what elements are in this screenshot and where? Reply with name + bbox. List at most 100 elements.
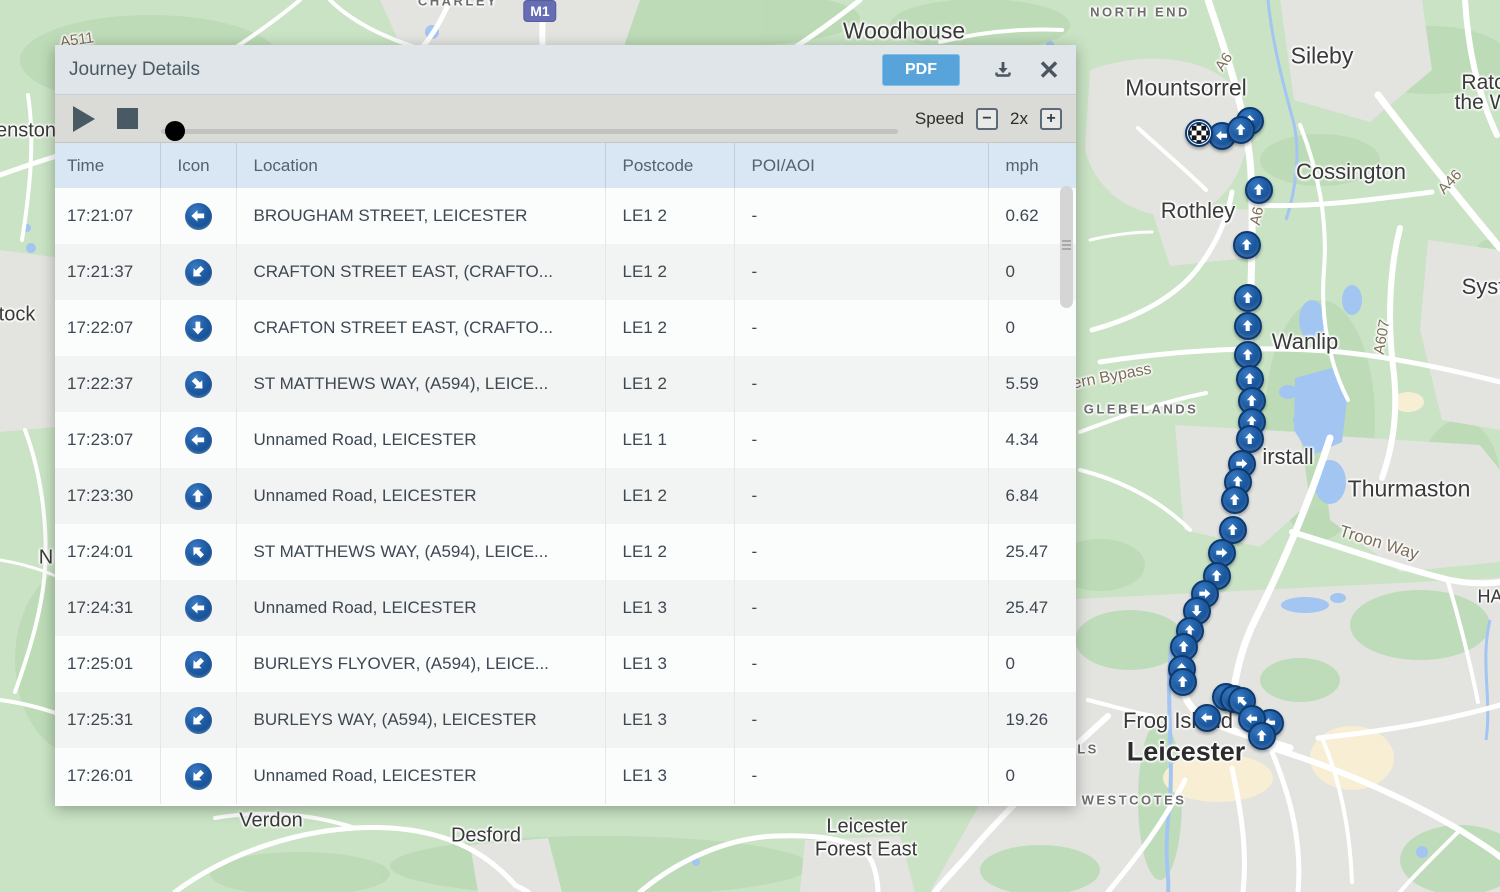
journey-table-row[interactable]: 17:25:01 BURLEYS FLYOVER, (A594), LEICE.… [55, 636, 1076, 692]
map-label-mountsorrel: Mountsorrel [1125, 74, 1247, 101]
column-header-poi-aoi: POI/AOI [734, 143, 989, 188]
route-arrow-marker-up[interactable] [1245, 176, 1273, 204]
journey-table-row[interactable]: 17:23:30 Unnamed Road, LEICESTER LE1 2-6.… [55, 468, 1076, 524]
table-scrollbar-thumb[interactable] [1060, 186, 1073, 308]
route-arrow-marker-up[interactable] [1236, 425, 1264, 453]
mph-cell: 25.47 [988, 580, 1076, 636]
icon-cell [160, 300, 237, 356]
direction-down-icon [184, 314, 212, 342]
download-icon[interactable] [990, 57, 1016, 83]
time-cell: 17:21:07 [55, 188, 161, 244]
location-cell: BURLEYS FLYOVER, (A594), LEICE... [236, 636, 606, 692]
postcode-cell: LE1 2 [605, 468, 735, 524]
map-label-woodhouse: Woodhouse [842, 17, 966, 44]
journey-table-row[interactable]: 17:26:01 Unnamed Road, LEICESTER LE1 3-0 [55, 748, 1076, 804]
journey-table-row[interactable]: 17:21:07 BROUGHAM STREET, LEICESTER LE1 2… [55, 188, 1076, 244]
playback-slider-knob[interactable] [165, 121, 185, 141]
map-label-enston: enston [0, 119, 57, 142]
location-cell: ST MATTHEWS WAY, (A594), LEICE... [236, 356, 606, 412]
map-label-glebelands: GLEBELANDS [1083, 401, 1199, 417]
time-cell: 17:22:37 [55, 356, 161, 412]
time-cell: 17:22:07 [55, 300, 161, 356]
route-arrow-marker-up[interactable] [1221, 486, 1249, 514]
map-label-verdon: Verdon [239, 809, 303, 832]
journey-table-row[interactable]: 17:22:37 ST MATTHEWS WAY, (A594), LEICE.… [55, 356, 1076, 412]
direction-down-left-icon [184, 258, 212, 286]
panel-title: Journey Details [69, 58, 200, 80]
location-cell: Unnamed Road, LEICESTER [236, 412, 606, 468]
icon-cell [160, 188, 237, 244]
speed-decrease-button[interactable]: − [976, 107, 999, 130]
direction-down-left-icon [184, 650, 212, 678]
road-shield-m1: M1 [523, 0, 557, 22]
route-arrow-marker-up[interactable] [1233, 231, 1261, 259]
poi-cell: - [734, 356, 989, 412]
journey-table-row[interactable]: 17:21:37 CRAFTON STREET EAST, (CRAFTO...… [55, 244, 1076, 300]
route-arrow-marker-up[interactable] [1227, 116, 1255, 144]
map-label-westcotes: WESTCOTES [1081, 792, 1187, 808]
mph-cell: 0 [988, 748, 1076, 804]
poi-cell: - [734, 300, 989, 356]
map-label-leicester: Leicester [1126, 736, 1246, 767]
mph-cell: 19.26 [988, 692, 1076, 748]
table-header-row: Time Icon Location Postcode POI/AOI mph [55, 143, 1076, 188]
postcode-cell: LE1 3 [605, 580, 735, 636]
postcode-cell: LE1 2 [605, 524, 735, 580]
icon-cell [160, 468, 237, 524]
journey-table-row[interactable]: 17:23:07 Unnamed Road, LEICESTER LE1 1-4.… [55, 412, 1076, 468]
map-label-wanlip: Wanlip [1271, 329, 1339, 354]
pdf-button[interactable]: PDF [882, 53, 960, 86]
postcode-cell: LE1 1 [605, 412, 735, 468]
poi-cell: - [734, 188, 989, 244]
location-cell: Unnamed Road, LEICESTER [236, 580, 606, 636]
panel-titlebar: Journey Details PDF ✕ [55, 45, 1076, 95]
playback-slider[interactable] [161, 121, 898, 141]
direction-up-icon [184, 482, 212, 510]
postcode-cell: LE1 3 [605, 636, 735, 692]
route-arrow-marker-up[interactable] [1248, 722, 1276, 750]
map-label-rothley: Rothley [1160, 198, 1236, 223]
postcode-cell: LE1 2 [605, 244, 735, 300]
poi-cell: - [734, 468, 989, 524]
icon-cell [160, 636, 237, 692]
postcode-cell: LE1 3 [605, 692, 735, 748]
route-arrow-marker-up[interactable] [1234, 312, 1262, 340]
location-cell: CRAFTON STREET EAST, (CRAFTO... [236, 244, 606, 300]
poi-cell: - [734, 748, 989, 804]
route-arrow-marker-up[interactable] [1169, 668, 1197, 696]
map-label-north-end: NORTH END [1090, 4, 1190, 20]
speed-increase-button[interactable]: + [1040, 107, 1062, 130]
location-cell: BURLEYS WAY, (A594), LEICESTER [236, 692, 606, 748]
journey-table-row[interactable]: 17:24:31 Unnamed Road, LEICESTER LE1 3-25… [55, 580, 1076, 636]
close-icon[interactable]: ✕ [1036, 57, 1062, 83]
play-button[interactable] [73, 105, 95, 132]
route-finish-flag-marker[interactable] [1185, 119, 1213, 147]
route-arrow-marker-up[interactable] [1234, 284, 1262, 312]
map-label-charley: CHARLEY [417, 0, 499, 9]
location-cell: Unnamed Road, LEICESTER [236, 748, 606, 804]
column-header-location: Location [236, 143, 606, 188]
journey-table-row[interactable]: 17:25:31 BURLEYS WAY, (A594), LEICESTER L… [55, 692, 1076, 748]
route-arrow-marker-left[interactable] [1193, 704, 1221, 732]
poi-cell: - [734, 412, 989, 468]
time-cell: 17:21:37 [55, 244, 161, 300]
map-label-sileby: Sileby [1290, 42, 1354, 69]
time-cell: 17:23:07 [55, 412, 161, 468]
icon-cell [160, 524, 237, 580]
poi-cell: - [734, 692, 989, 748]
icon-cell [160, 580, 237, 636]
map-label-ha: HA [1477, 586, 1500, 607]
journey-table-row[interactable]: 17:24:01 ST MATTHEWS WAY, (A594), LEICE.… [55, 524, 1076, 580]
location-cell: CRAFTON STREET EAST, (CRAFTO... [236, 300, 606, 356]
mph-cell: 6.84 [988, 468, 1076, 524]
mph-cell: 0 [988, 300, 1076, 356]
mph-cell: 4.34 [988, 412, 1076, 468]
stop-button[interactable] [117, 108, 138, 129]
time-cell: 17:25:31 [55, 692, 161, 748]
poi-cell: - [734, 244, 989, 300]
journey-table-row[interactable]: 17:22:07 CRAFTON STREET EAST, (CRAFTO...… [55, 300, 1076, 356]
postcode-cell: LE1 2 [605, 300, 735, 356]
mph-cell: 0 [988, 636, 1076, 692]
mph-cell: 5.59 [988, 356, 1076, 412]
map-label-n: N [38, 546, 54, 569]
